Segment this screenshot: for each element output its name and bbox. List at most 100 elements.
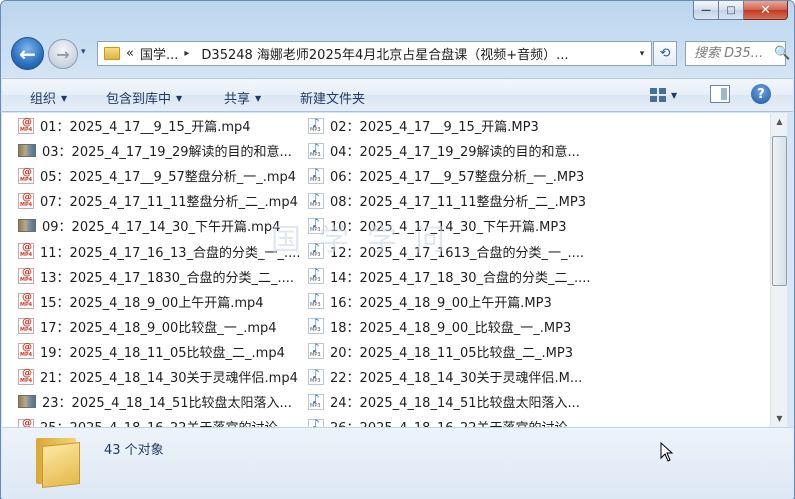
item-count: 43 个对象 (104, 443, 164, 458)
mp3-icon (308, 191, 324, 209)
file-item[interactable]: 25：2025_4_18_16_22关于落宫的讨论... (18, 414, 290, 427)
file-item[interactable]: 20：2025_4_18_11_05比较盘_二_.MP3 (308, 339, 573, 364)
file-item[interactable]: 11：2025_4_17_16_13_合盘的分类_一_.... (18, 239, 301, 264)
forward-button[interactable]: → (48, 39, 78, 69)
back-button[interactable]: ← (11, 37, 44, 70)
organize-menu[interactable]: 组织 ▼ (30, 88, 67, 107)
chevron-down-icon[interactable]: ▼ (671, 91, 677, 100)
mp4-icon (18, 418, 34, 427)
file-name: 18：2025_4_18_9_00_比较盘_一_.MP3 (330, 320, 572, 336)
file-name: 26：2025_4_18_16_22关于落宫的讨论... (330, 417, 580, 427)
close-button[interactable]: ✕ (744, 1, 788, 20)
file-item[interactable]: 15：2025_4_18_9_00上午开篇.mp4 (18, 289, 264, 314)
file-name: 02：2025_4_17__9_15_开篇.MP3 (330, 120, 539, 135)
details-pane: 43 个对象 (2, 427, 793, 499)
scroll-down-button[interactable]: ▼ (771, 410, 788, 427)
mp4-icon (18, 342, 34, 360)
refresh-button[interactable]: ⟲ (653, 41, 677, 66)
mp4-icon (18, 368, 34, 385)
breadcrumb-segment-2[interactable]: D35248 海娜老师2025年4月北京占星合盘课（视频+音频）... (201, 44, 568, 63)
mp3-icon (308, 392, 324, 410)
preview-pane-button[interactable] (710, 85, 730, 103)
file-item[interactable]: 08：2025_4_17_11_11整盘分析_二_.MP3 (308, 188, 586, 213)
file-item[interactable]: 26：2025_4_18_16_22关于落宫的讨论... (308, 414, 580, 427)
video-thumb-icon (18, 144, 36, 158)
scroll-up-button[interactable]: ▲ (771, 113, 788, 130)
file-item[interactable]: 18：2025_4_18_9_00_比较盘_一_.MP3 (308, 314, 571, 339)
mouse-cursor-icon (660, 442, 674, 462)
file-item[interactable]: 07：2025_4_17_11_11整盘分析_二_.mp4 (18, 188, 298, 213)
file-item[interactable]: 05：2025_4_17__9_57整盘分析_一_.mp4 (18, 163, 296, 188)
refresh-icon: ⟲ (659, 46, 671, 61)
help-button[interactable]: ? (751, 84, 771, 104)
mp4-icon (18, 317, 34, 335)
mp4-icon (18, 167, 34, 184)
search-box[interactable]: 🔍 (685, 41, 790, 66)
explorer-window: — □ ✕ ← → ▾ « 国学... ▸ D35248 海娜老师2025年4月… (0, 0, 795, 499)
mp3-icon (308, 266, 324, 285)
file-name: 06：2025_4_17__9_57整盘分析_一_.MP3 (330, 170, 585, 186)
forward-arrow-icon: → (56, 44, 70, 64)
file-item[interactable]: 06：2025_4_17__9_57整盘分析_一_.MP3 (308, 163, 584, 188)
chevron-down-icon: ▼ (176, 94, 183, 103)
file-item[interactable]: 23：2025_4_18_14_51比较盘太阳落入... (18, 389, 292, 414)
mp3-icon (308, 166, 324, 184)
file-item[interactable]: 22：2025_4_18_14_30关于灵魂伴侣.M... (308, 364, 582, 389)
video-thumb-icon (18, 219, 36, 233)
new-folder-button[interactable]: 新建文件夹 (300, 88, 365, 107)
minimize-button[interactable]: — (693, 1, 719, 20)
file-item[interactable]: 03：2025_4_17_19_29解读的目的和意... (18, 138, 292, 163)
scroll-thumb[interactable] (772, 136, 787, 286)
file-name: 23：2025_4_18_14_51比较盘太阳落入... (42, 396, 292, 412)
file-item[interactable]: 01：2025_4_17__9_15_开篇.mp4 (18, 113, 251, 138)
organize-label: 组织 (30, 92, 57, 107)
breadcrumb-separator[interactable]: ▸ (184, 48, 189, 59)
file-item[interactable]: 09：2025_4_17_14_30_下午开篇.mp4 (18, 213, 280, 238)
recent-pages-button[interactable]: ▾ (81, 47, 91, 57)
file-item[interactable]: 02：2025_4_17__9_15_开篇.MP3 (308, 113, 539, 138)
file-item[interactable]: 14：2025_4_17_18_30_合盘的分类_二_.... (308, 264, 591, 289)
mp3-icon (308, 141, 324, 159)
mp3-icon (308, 417, 324, 427)
breadcrumb-overflow[interactable]: « (126, 46, 134, 61)
mp3-icon (308, 291, 324, 310)
file-item[interactable]: 16：2025_4_18_9_00上午开篇.MP3 (308, 289, 552, 314)
file-name: 09：2025_4_17_14_30_下午开篇.mp4 (42, 220, 281, 236)
vertical-scrollbar[interactable]: ▲ ▼ (770, 113, 787, 427)
file-name: 22：2025_4_18_14_30关于灵魂伴侣.M... (330, 371, 583, 386)
chevron-down-icon: ▼ (61, 94, 68, 103)
search-icon[interactable]: 🔍 (774, 46, 790, 61)
breadcrumb-segment-1[interactable]: 国学... (140, 44, 178, 63)
file-item[interactable]: 13：2025_4_17_1830_合盘的分类_二_.... (18, 264, 294, 289)
share-menu[interactable]: 共享 ▼ (224, 88, 261, 107)
mp3-icon (308, 316, 324, 335)
file-item[interactable]: 21：2025_4_18_14_30关于灵魂伴侣.mp4 (18, 364, 298, 389)
address-bar[interactable]: « 国学... ▸ D35248 海娜老师2025年4月北京占星合盘课（视频+音… (97, 41, 652, 66)
file-name: 11：2025_4_17_16_13_合盘的分类_一_.... (40, 245, 301, 261)
search-input[interactable] (694, 46, 772, 61)
file-name: 15：2025_4_18_9_00上午开篇.mp4 (40, 295, 264, 311)
maximize-button[interactable]: □ (719, 1, 744, 20)
caption-buttons: — □ ✕ (693, 1, 788, 21)
file-name: 20：2025_4_18_11_05比较盘_二_.MP3 (330, 345, 573, 361)
file-item[interactable]: 24：2025_4_18_14_51比较盘太阳落入... (308, 389, 580, 414)
change-view-button[interactable]: ▼ (650, 85, 690, 105)
file-item[interactable]: 19：2025_4_18_11_05比较盘_二_.mp4 (18, 339, 285, 364)
file-name: 14：2025_4_17_18_30_合盘的分类_二_.... (330, 270, 591, 286)
mp3-icon (308, 341, 324, 360)
include-in-library-menu[interactable]: 包含到库中 ▼ (106, 88, 182, 107)
file-item[interactable]: 04：2025_4_17_19_29解读的目的和意... (308, 138, 580, 163)
command-bar: 组织 ▼ 包含到库中 ▼ 共享 ▼ 新建文件夹 ▼ ? (2, 78, 793, 112)
file-item[interactable]: 17：2025_4_18_9_00比较盘_一_.mp4 (18, 314, 277, 339)
folder-icon (104, 47, 120, 60)
include-label: 包含到库中 (106, 92, 172, 107)
back-arrow-icon: ← (19, 41, 36, 66)
file-name: 21：2025_4_18_14_30关于灵魂伴侣.mp4 (40, 371, 298, 386)
address-dropdown-button[interactable]: ▾ (633, 49, 651, 59)
mp4-icon (18, 292, 34, 310)
file-name: 24：2025_4_18_14_51比较盘太阳落入... (330, 396, 580, 412)
share-label: 共享 (224, 92, 251, 107)
video-thumb-icon (18, 395, 36, 409)
file-name: 01：2025_4_17__9_15_开篇.mp4 (40, 120, 251, 135)
mp4-icon (18, 267, 34, 285)
